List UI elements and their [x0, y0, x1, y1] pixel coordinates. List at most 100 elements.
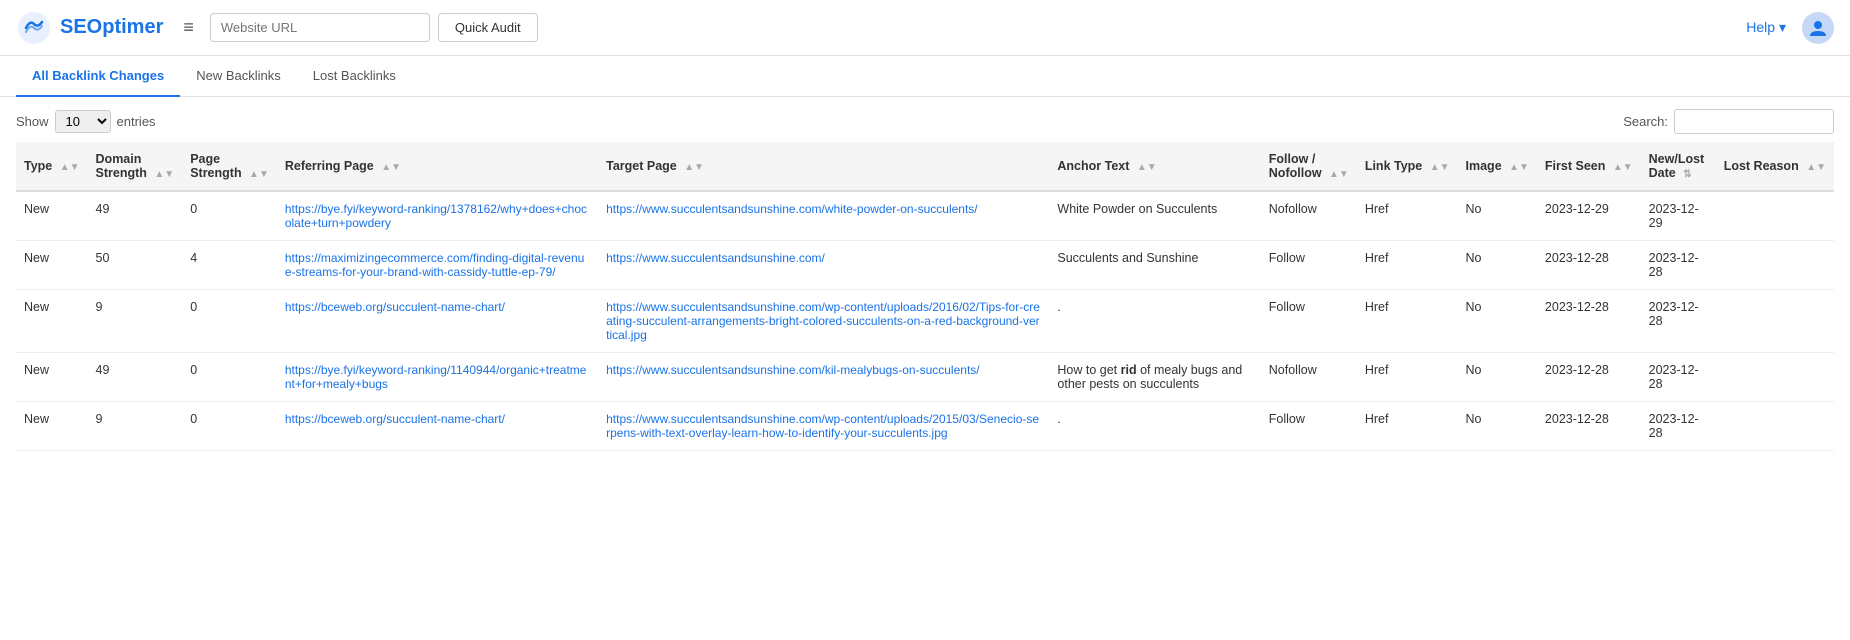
- col-link-type[interactable]: Link Type ▲▼: [1357, 142, 1458, 191]
- cell-target-page[interactable]: https://www.succulentsandsunshine.com/wp…: [598, 290, 1049, 353]
- tab-all-backlink-changes[interactable]: All Backlink Changes: [16, 56, 180, 97]
- cell-anchor-text: .: [1049, 402, 1260, 451]
- table-row: New 9 0 https://bceweb.org/succulent-nam…: [16, 290, 1834, 353]
- tabs-bar: All Backlink Changes New Backlinks Lost …: [0, 56, 1850, 97]
- cell-follow: Follow: [1261, 402, 1357, 451]
- cell-domain-strength: 50: [88, 241, 183, 290]
- show-entries-control: Show 10 25 50 100 entries: [16, 110, 156, 133]
- target-page-link[interactable]: https://www.succulentsandsunshine.com/wh…: [606, 202, 978, 216]
- target-page-link[interactable]: https://www.succulentsandsunshine.com/wp…: [606, 412, 1039, 440]
- logo: SEOptimer: [16, 10, 163, 46]
- cell-first-seen: 2023-12-28: [1537, 353, 1641, 402]
- cell-referring-page[interactable]: https://bceweb.org/succulent-name-chart/: [277, 402, 598, 451]
- referring-page-link[interactable]: https://bye.fyi/keyword-ranking/1140944/…: [285, 363, 587, 391]
- col-page-strength[interactable]: PageStrength ▲▼: [182, 142, 277, 191]
- backlinks-table: Type ▲▼ DomainStrength ▲▼ PageStrength ▲…: [16, 142, 1834, 451]
- help-button[interactable]: Help ▾: [1746, 19, 1786, 36]
- cell-image: No: [1458, 241, 1537, 290]
- referring-page-link[interactable]: https://bceweb.org/succulent-name-chart/: [285, 300, 505, 314]
- cell-image: No: [1458, 290, 1537, 353]
- header-right: Help ▾: [1746, 12, 1834, 44]
- tab-new-backlinks[interactable]: New Backlinks: [180, 56, 297, 97]
- cell-page-strength: 0: [182, 191, 277, 241]
- cell-type: New: [16, 241, 88, 290]
- logo-text: SEOptimer: [60, 16, 163, 39]
- cell-lost-reason: [1716, 290, 1834, 353]
- cell-link-type: Href: [1357, 241, 1458, 290]
- col-type[interactable]: Type ▲▼: [16, 142, 88, 191]
- target-page-link[interactable]: https://www.succulentsandsunshine.com/wp…: [606, 300, 1040, 342]
- sort-arrows-follow: ▲▼: [1329, 169, 1349, 180]
- cell-anchor-text: .: [1049, 290, 1260, 353]
- sort-arrows-lost-reason: ▲▼: [1806, 162, 1826, 173]
- col-referring-page[interactable]: Referring Page ▲▼: [277, 142, 598, 191]
- cell-target-page[interactable]: https://www.succulentsandsunshine.com/: [598, 241, 1049, 290]
- search-input[interactable]: [1674, 109, 1834, 134]
- cell-domain-strength: 49: [88, 353, 183, 402]
- cell-type: New: [16, 353, 88, 402]
- cell-link-type: Href: [1357, 191, 1458, 241]
- table-controls: Show 10 25 50 100 entries Search:: [0, 97, 1850, 142]
- user-avatar[interactable]: [1802, 12, 1834, 44]
- logo-icon: [16, 10, 52, 46]
- col-lost-reason[interactable]: Lost Reason ▲▼: [1716, 142, 1834, 191]
- cell-new-lost-date: 2023-12-28: [1641, 290, 1716, 353]
- cell-referring-page[interactable]: https://bye.fyi/keyword-ranking/1140944/…: [277, 353, 598, 402]
- cell-target-page[interactable]: https://www.succulentsandsunshine.com/wp…: [598, 402, 1049, 451]
- sort-arrows-target-page: ▲▼: [684, 162, 704, 173]
- cell-lost-reason: [1716, 353, 1834, 402]
- website-url-input[interactable]: [210, 13, 430, 42]
- backlinks-table-wrap: Type ▲▼ DomainStrength ▲▼ PageStrength ▲…: [0, 142, 1850, 451]
- cell-referring-page[interactable]: https://bye.fyi/keyword-ranking/1378162/…: [277, 191, 598, 241]
- table-row: New 9 0 https://bceweb.org/succulent-nam…: [16, 402, 1834, 451]
- cell-new-lost-date: 2023-12-28: [1641, 353, 1716, 402]
- sort-arrows-type: ▲▼: [60, 162, 80, 173]
- entries-select[interactable]: 10 25 50 100: [55, 110, 111, 133]
- cell-target-page[interactable]: https://www.succulentsandsunshine.com/wh…: [598, 191, 1049, 241]
- sort-arrows-new-lost-date: ⇅: [1683, 169, 1691, 180]
- table-row: New 50 4 https://maximizingecommerce.com…: [16, 241, 1834, 290]
- col-target-page[interactable]: Target Page ▲▼: [598, 142, 1049, 191]
- sort-arrows-domain-strength: ▲▼: [154, 169, 174, 180]
- tab-lost-backlinks[interactable]: Lost Backlinks: [297, 56, 412, 97]
- table-header-row: Type ▲▼ DomainStrength ▲▼ PageStrength ▲…: [16, 142, 1834, 191]
- cell-anchor-text: White Powder on Succulents: [1049, 191, 1260, 241]
- cell-anchor-text: How to get rid of mealy bugs and other p…: [1049, 353, 1260, 402]
- show-label: Show: [16, 114, 49, 129]
- cell-follow: Follow: [1261, 290, 1357, 353]
- cell-image: No: [1458, 191, 1537, 241]
- col-anchor-text[interactable]: Anchor Text ▲▼: [1049, 142, 1260, 191]
- col-first-seen[interactable]: First Seen ▲▼: [1537, 142, 1641, 191]
- cell-referring-page[interactable]: https://bceweb.org/succulent-name-chart/: [277, 290, 598, 353]
- referring-page-link[interactable]: https://bceweb.org/succulent-name-chart/: [285, 412, 505, 426]
- header: SEOptimer ≡ Quick Audit Help ▾: [0, 0, 1850, 56]
- cell-lost-reason: [1716, 191, 1834, 241]
- cell-link-type: Href: [1357, 290, 1458, 353]
- quick-audit-button[interactable]: Quick Audit: [438, 13, 538, 42]
- user-icon: [1808, 18, 1828, 38]
- referring-page-link[interactable]: https://maximizingecommerce.com/finding-…: [285, 251, 584, 279]
- cell-page-strength: 0: [182, 353, 277, 402]
- cell-domain-strength: 9: [88, 290, 183, 353]
- cell-new-lost-date: 2023-12-28: [1641, 402, 1716, 451]
- col-new-lost-date[interactable]: New/LostDate ⇅: [1641, 142, 1716, 191]
- cell-image: No: [1458, 402, 1537, 451]
- cell-target-page[interactable]: https://www.succulentsandsunshine.com/ki…: [598, 353, 1049, 402]
- cell-type: New: [16, 191, 88, 241]
- cell-lost-reason: [1716, 402, 1834, 451]
- referring-page-link[interactable]: https://bye.fyi/keyword-ranking/1378162/…: [285, 202, 587, 230]
- hamburger-menu-button[interactable]: ≡: [179, 13, 198, 42]
- cell-first-seen: 2023-12-28: [1537, 290, 1641, 353]
- sort-arrows-first-seen: ▲▼: [1613, 162, 1633, 173]
- sort-arrows-page-strength: ▲▼: [249, 169, 269, 180]
- col-domain-strength[interactable]: DomainStrength ▲▼: [88, 142, 183, 191]
- cell-page-strength: 0: [182, 402, 277, 451]
- col-image[interactable]: Image ▲▼: [1458, 142, 1537, 191]
- target-page-link[interactable]: https://www.succulentsandsunshine.com/ki…: [606, 363, 980, 377]
- target-page-link[interactable]: https://www.succulentsandsunshine.com/: [606, 251, 825, 265]
- cell-referring-page[interactable]: https://maximizingecommerce.com/finding-…: [277, 241, 598, 290]
- col-follow[interactable]: Follow /Nofollow ▲▼: [1261, 142, 1357, 191]
- entries-label: entries: [117, 114, 156, 129]
- cell-first-seen: 2023-12-28: [1537, 402, 1641, 451]
- cell-lost-reason: [1716, 241, 1834, 290]
